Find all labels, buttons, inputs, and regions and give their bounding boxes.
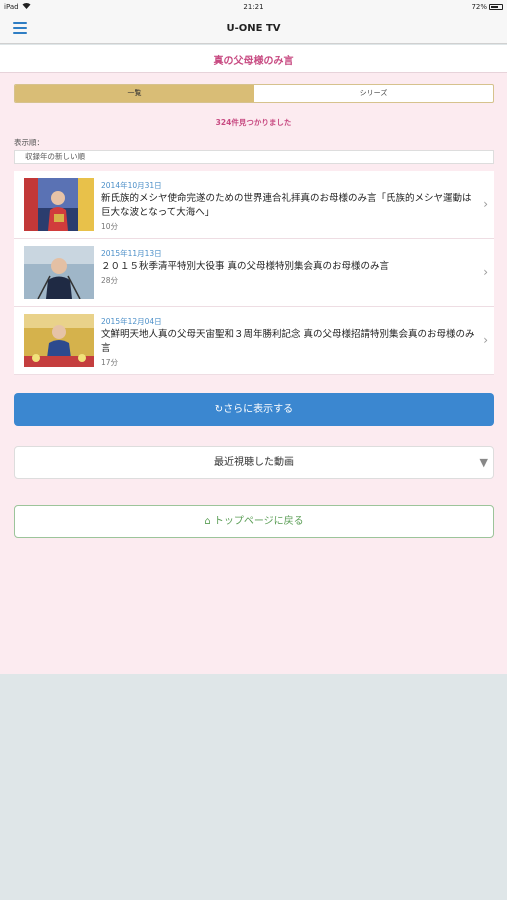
status-bar: iPad 21:21 72%: [0, 0, 507, 14]
back-to-top-label: トップページに戻る: [213, 516, 304, 527]
sort-select[interactable]: 収録年の新しい順: [14, 150, 494, 164]
app-title: U-ONE TV: [226, 23, 281, 34]
home-icon: ⌂: [204, 516, 211, 527]
refresh-icon: ↻: [214, 404, 224, 415]
video-list-item[interactable]: 2015年12月04日 文鮮明天地人真の父母天宙聖和３周年勝利記念 真の父母様招…: [14, 307, 494, 375]
video-title: ２０１５秋季清平特別大役事 真の父母様特別集会真のお母様のみ言: [101, 261, 390, 272]
recent-videos-dropdown[interactable]: 最近視聴した動画 ▼: [14, 446, 494, 479]
chevron-right-icon: ›: [483, 265, 488, 279]
video-thumbnail: [24, 178, 94, 231]
video-date: 2014年10月31日: [101, 181, 162, 190]
main-content: 一覧 シリーズ 324件見つかりました 表示順： 収録年の新しい順 2014年1…: [0, 73, 507, 674]
battery-indicator: 72%: [471, 3, 503, 11]
tab-list[interactable]: 一覧: [15, 85, 254, 102]
video-duration: 17分: [101, 358, 119, 367]
status-time: 21:21: [243, 3, 264, 11]
video-title: 文鮮明天地人真の父母天宙聖和３周年勝利記念 真の父母様招請特別集会真のお母様のみ…: [101, 329, 475, 354]
video-date: 2015年12月04日: [101, 317, 162, 326]
tab-series[interactable]: シリーズ: [254, 85, 493, 102]
nav-bar: U-ONE TV: [0, 14, 507, 44]
load-more-button[interactable]: ↻さらに表示する: [14, 393, 494, 426]
result-count: 324件見つかりました: [215, 118, 292, 127]
battery-icon: [489, 4, 503, 10]
video-list-item[interactable]: 2014年10月31日 新氏族的メシヤ使命完遂のための世界連合礼拝真のお母様のみ…: [14, 171, 494, 239]
load-more-label: さらに表示する: [223, 404, 294, 415]
video-list: 2014年10月31日 新氏族的メシヤ使命完遂のための世界連合礼拝真のお母様のみ…: [14, 171, 494, 375]
back-to-top-button[interactable]: ⌂ トップページに戻る: [14, 505, 494, 538]
video-list-item[interactable]: 2015年11月13日 ２０１５秋季清平特別大役事 真の父母様特別集会真のお母様…: [14, 239, 494, 307]
triangle-down-icon: ▼: [479, 456, 488, 469]
chevron-right-icon: ›: [483, 333, 488, 347]
recent-videos-label: 最近視聴した動画: [214, 457, 294, 468]
sort-label: 表示順：: [14, 138, 44, 147]
view-tabs: 一覧 シリーズ: [14, 84, 494, 103]
page-title: 真の父母様のみ言: [0, 45, 507, 73]
battery-percent: 72%: [471, 3, 487, 11]
video-duration: 28分: [101, 276, 119, 285]
video-title: 新氏族的メシヤ使命完遂のための世界連合礼拝真のお母様のみ言「氏族的メシヤ運動は巨…: [101, 193, 472, 218]
chevron-right-icon: ›: [483, 197, 488, 211]
video-duration: 10分: [101, 222, 119, 231]
video-thumbnail: [24, 246, 94, 299]
video-date: 2015年11月13日: [101, 249, 162, 258]
video-thumbnail: [24, 314, 94, 367]
